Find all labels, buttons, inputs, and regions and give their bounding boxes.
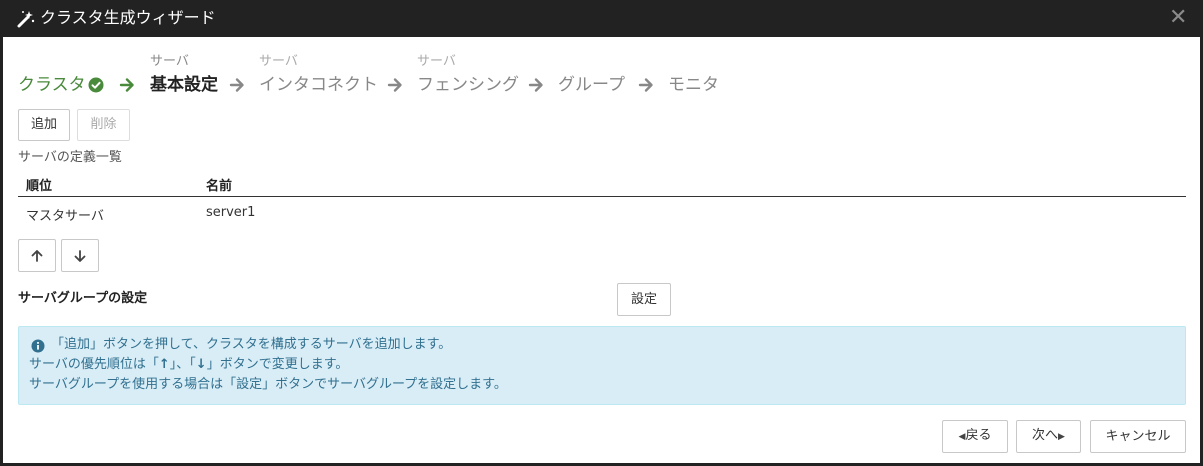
back-label: 戻る xyxy=(965,428,992,443)
arrow-right-icon xyxy=(387,78,402,92)
info-line-2: サーバの優先順位は「↑」、「↓」ボタンで変更します。 xyxy=(29,356,348,374)
step-label: クラスタ xyxy=(18,75,86,95)
server-list-label: サーバの定義一覧 xyxy=(18,150,122,165)
step-label: フェンシング xyxy=(417,75,519,95)
server-group-settings-button[interactable]: 設定 xyxy=(617,283,671,316)
caret-right-icon: ▶ xyxy=(1058,432,1065,442)
info-text: サーバの優先順位は「 xyxy=(29,357,159,372)
info-line-3: サーバグループを使用する場合は「設定」ボタンでサーバグループを設定します。 xyxy=(29,377,507,392)
arrow-right-icon xyxy=(638,78,653,92)
cell-priority: マスタサーバ xyxy=(26,209,104,224)
next-button[interactable]: 次へ▶ xyxy=(1016,420,1081,453)
column-header-priority: 順位 xyxy=(26,179,53,194)
arrow-right-icon xyxy=(229,78,244,92)
cell-name: server1 xyxy=(206,205,256,220)
step-label: インタコネクト xyxy=(259,75,378,95)
step-label: グループ xyxy=(558,75,625,95)
arrow-right-icon xyxy=(119,78,134,92)
step-label: モニタ xyxy=(668,75,719,95)
down-arrow-glyph: ↓ xyxy=(195,357,207,372)
column-header-name: 名前 xyxy=(206,179,233,194)
check-circle-icon xyxy=(88,77,104,93)
move-down-button[interactable] xyxy=(61,239,99,272)
title-bar: クラスタ生成ウィザード ✕ xyxy=(0,0,1203,37)
window-title: クラスタ生成ウィザード xyxy=(40,8,216,27)
info-line-1: 「追加」ボタンを押して、クラスタを構成するサーバを追加します。 xyxy=(51,337,452,352)
magic-wand-icon xyxy=(17,11,35,28)
close-icon[interactable]: ✕ xyxy=(1169,7,1187,29)
step-sub-label: サーバ xyxy=(259,54,298,69)
table-header: 順位 名前 xyxy=(18,171,1186,197)
frame-left xyxy=(0,37,3,466)
next-label: 次へ xyxy=(1032,428,1059,443)
info-text: 」ボタンで変更します。 xyxy=(206,357,349,372)
server-table: 順位 名前 マスタサーバ server1 xyxy=(18,171,1186,227)
back-button[interactable]: ◀戻る xyxy=(942,420,1008,453)
arrow-up-icon xyxy=(31,250,43,262)
step-sub-label: サーバ xyxy=(417,54,456,69)
arrow-right-icon xyxy=(528,78,543,92)
cancel-button[interactable]: キャンセル xyxy=(1090,420,1186,453)
wizard-steps: クラスタ サーバ 基本設定 サーバ インタコネクト サーバ フェンシング グルー… xyxy=(18,54,778,100)
add-button[interactable]: 追加 xyxy=(18,109,70,141)
table-row[interactable]: マスタサーバ server1 xyxy=(18,197,1186,227)
info-icon xyxy=(31,339,45,353)
info-panel: 「追加」ボタンを押して、クラスタを構成するサーバを追加します。 サーバの優先順位… xyxy=(18,326,1186,405)
arrow-down-icon xyxy=(74,250,86,262)
server-group-label: サーバグループの設定 xyxy=(18,291,148,306)
step-sub-label: サーバ xyxy=(150,54,189,69)
step-label: 基本設定 xyxy=(150,75,218,95)
info-text: 」、「 xyxy=(169,357,196,372)
up-arrow-glyph: ↑ xyxy=(158,357,170,372)
delete-button[interactable]: 削除 xyxy=(77,109,130,141)
move-up-button[interactable] xyxy=(18,239,56,272)
